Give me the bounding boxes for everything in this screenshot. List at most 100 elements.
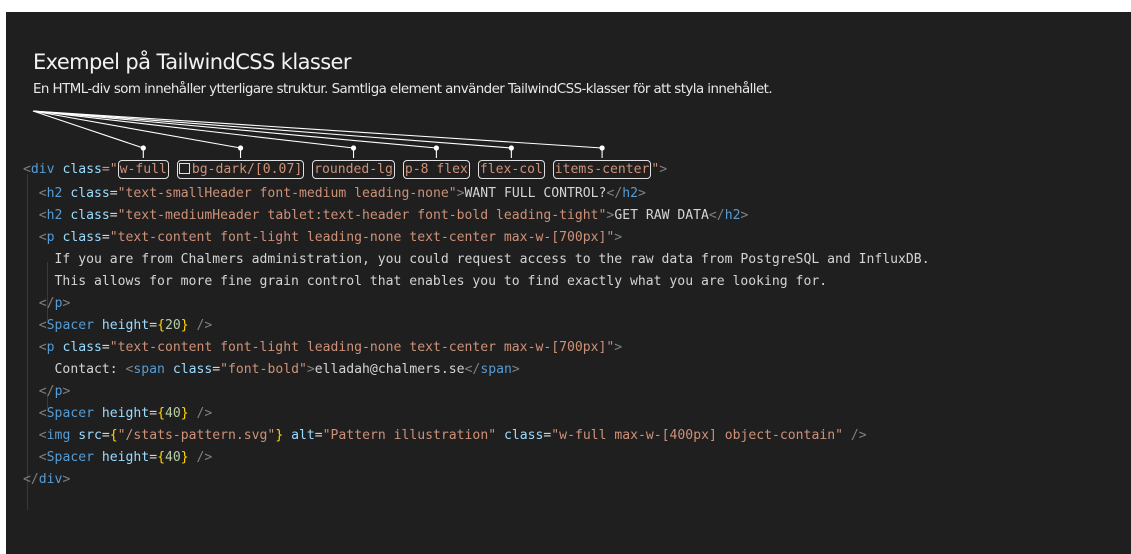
token-string: "w-full max-w-[400px] object-contain" [551,428,843,443]
code-line-p-close-b: </p> [23,381,71,403]
token-angle: > [614,340,623,355]
token-angle: </ [606,186,623,201]
token-attr: src [78,428,102,443]
class-chip-items-center: items-center [552,160,652,179]
token-angle: < [38,428,47,443]
token-angle: < [38,450,47,465]
code-line-div-open: <div class=" w-full bg-dark/[0.07] rounde… [23,159,667,181]
token-string: "text-smallHeader font-medium leading-no… [117,186,457,201]
token-attr: class [62,230,102,245]
token-tag: span [480,362,512,377]
token-angle: > [659,162,668,177]
token-self-close: /> [188,406,213,421]
token-tag: Spacer [46,318,94,333]
token-tag: p [46,340,55,355]
token-string: "Pattern illustration" [322,428,497,443]
connector-dot [433,145,439,151]
connector-line [32,110,512,149]
connector-dot [237,145,244,151]
code-line-img: <img src={"/stats-pattern.svg"} alt="Pat… [23,425,867,447]
token-angle: > [511,362,520,377]
token-angle: > [62,296,71,311]
token-tag: Spacer [46,406,94,421]
token-tag: h2 [622,186,638,201]
code-line-div-close: </div> [23,469,70,491]
token-string: "text-content font-light leading-none te… [109,340,615,355]
token-brace: { [157,318,165,333]
token-angle: < [38,230,47,245]
token-self-close: /> [188,450,213,465]
token-angle: < [23,162,31,177]
connector-dot [140,145,146,151]
contact-email: elladah@chalmers.se [314,362,465,377]
token-angle: > [62,384,71,399]
token-text: Contact: [54,362,126,377]
token-brace: { [157,450,165,465]
connector-line [32,110,241,149]
token-attr: class [70,186,110,201]
token-attr: class [62,162,102,177]
token-tag: div [30,162,55,177]
class-chip-label: bg-dark/[0.07] [191,162,303,177]
token-eq: = [149,318,158,333]
token-number: 20 [164,318,181,333]
token-attr: alt [291,428,315,443]
token-number: 40 [164,450,181,465]
code-line-h2-a: <h2 class="text-smallHeader font-medium … [23,183,646,205]
token-angle: </ [38,296,55,311]
class-chip-p-8-flex: p-8 flex [402,160,470,179]
token-tag: img [46,428,71,443]
connector-line [32,110,437,149]
token-attr: class [172,362,213,377]
token-angle: > [62,472,71,487]
token-tag: Spacer [46,450,94,465]
connector-dot [599,145,605,151]
connector-line [32,110,354,149]
token-text: This allows for more fine grain control … [54,274,828,289]
token-angle: </ [464,362,481,377]
token-string: "text-mediumHeader tablet:text-header fo… [117,208,607,223]
token-tag: div [38,472,63,487]
token-self-close: /> [842,428,867,443]
code-line-spacer-20: <Spacer height={20} /> [23,315,213,337]
token-eq: = [101,428,110,443]
token-eq: = [101,230,110,245]
code-line-spacer-40-b: <Spacer height={40} /> [23,447,213,469]
token-eq: = [109,208,118,223]
token-attr: height [101,450,150,465]
tailwind-example-panel: Exempel på TailwindCSS klasser En HTML-d… [6,12,1131,554]
token-string: "/stats-pattern.svg" [117,428,276,443]
token-tag: p [46,230,55,245]
token-eq: = [149,450,158,465]
token-tag: h2 [724,208,741,223]
class-chip-flex-col: flex-col [477,160,545,179]
code-line-p-close: </p> [23,293,71,315]
token-angle: > [614,230,623,245]
token-tag: span [133,362,165,377]
connector-dot [350,145,357,151]
token-eq: = [314,428,323,443]
code-line-p-a: <p class="text-content font-light leadin… [23,227,622,249]
token-brace: } [180,406,189,421]
token-attr: class [62,340,102,355]
token-attr: class [70,208,110,223]
token-angle: </ [708,208,725,223]
token-brace: { [157,406,165,421]
token-brace: } [180,318,189,333]
code-line-h2-b: <h2 class="text-mediumHeader tablet:text… [23,205,749,227]
token-string: "font-bold" [220,362,307,377]
class-chip-w-full: w-full [117,160,169,179]
token-brace: { [109,428,118,443]
token-eq: = [149,406,158,421]
connector-line [32,110,603,149]
token-attr: class [503,428,544,443]
class-chip-rounded-lg: rounded-lg [312,160,395,179]
class-chip-bg-dark: bg-dark/[0.07] [176,160,305,179]
code-line-contact: Contact: <span class="font-bold">elladah… [23,359,520,381]
token-angle: < [38,318,47,333]
code-block: <div class=" w-full bg-dark/[0.07] rounde… [23,12,930,507]
token-tag: h2 [46,208,63,223]
code-line-text-2: This allows for more fine grain control … [23,271,828,293]
token-angle: </ [38,384,55,399]
token-eq: = [109,186,118,201]
